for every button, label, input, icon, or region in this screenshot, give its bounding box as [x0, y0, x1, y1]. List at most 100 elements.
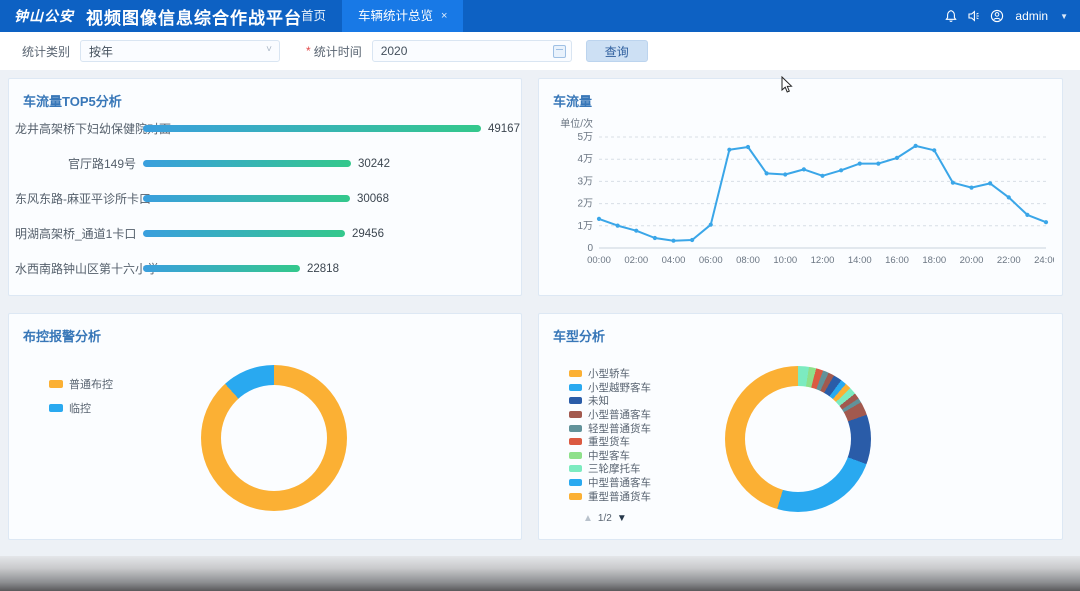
tab-close-icon[interactable]: × — [441, 0, 447, 32]
svg-text:10:00: 10:00 — [773, 255, 797, 266]
legend-page-up-icon[interactable]: ▲ — [583, 513, 593, 524]
category-select-value: 按年 — [89, 43, 113, 60]
bar-value: 49167 — [488, 123, 520, 135]
category-label: 统计类别 — [22, 43, 70, 60]
bar-row: 官厅路149号 30242 — [15, 146, 511, 181]
tab-vehicle-stats-label: 车辆统计总览 — [358, 0, 433, 32]
tab-home[interactable]: 首页 — [285, 0, 342, 32]
svg-text:5万: 5万 — [577, 132, 593, 143]
app-header: 钟山公安 视频图像信息综合作战平台 首页 车辆统计总览 × admin ▼ — [0, 0, 1080, 32]
bar-row: 明湖高架桥_通道1卡口29456 — [15, 216, 511, 251]
bar-fill[interactable] — [143, 265, 300, 272]
panel-alarm: 布控报警分析 普通布控临控 — [8, 313, 522, 540]
panel-flow: 车流量 单位/次01万2万3万4万5万00:0002:0004:0006:000… — [538, 78, 1063, 296]
bell-icon[interactable] — [944, 9, 958, 23]
bar-label: 水西南路钟山区第十六小学 — [15, 260, 143, 277]
bar-label: 东风东路-麻亚平诊所卡口 — [15, 190, 143, 207]
legend-item-0[interactable]: 小型轿车 — [569, 367, 651, 381]
query-button[interactable]: 查询 — [586, 40, 648, 62]
svg-text:3万: 3万 — [577, 176, 593, 187]
vehicle-donut-chart — [725, 366, 871, 512]
legend-swatch — [569, 465, 582, 472]
svg-text:18:00: 18:00 — [922, 255, 946, 266]
org-logo: 钟山公安 — [14, 6, 74, 26]
bar-label: 官厅路149号 — [15, 155, 143, 172]
alarm-legend: 普通布控临控 — [49, 376, 113, 424]
vehicle-legend: 小型轿车小型越野客车未知小型普通客车轻型普通货车重型货车中型客车三轮摩托车中型普… — [569, 367, 651, 503]
panel-flow-title: 车流量 — [553, 91, 592, 110]
bar-fill[interactable] — [143, 125, 481, 132]
bar-value: 30242 — [358, 158, 390, 170]
bottom-gradient-bar — [0, 556, 1080, 591]
svg-text:04:00: 04:00 — [662, 255, 686, 266]
legend-swatch — [569, 397, 582, 404]
bar-row: 东风东路-麻亚平诊所卡口30068 — [15, 181, 511, 216]
tab-bar: 首页 车辆统计总览 × — [285, 0, 463, 32]
bar-fill[interactable] — [143, 230, 345, 237]
legend-item-7[interactable]: 三轮摩托车 — [569, 462, 651, 476]
bar-track: 49167 — [143, 123, 520, 135]
legend-label: 普通布控 — [69, 376, 113, 392]
svg-text:2万: 2万 — [577, 199, 593, 210]
panel-vehicle-title: 车型分析 — [553, 326, 605, 345]
panel-alarm-title: 布控报警分析 — [23, 326, 101, 345]
bar-fill[interactable] — [143, 195, 350, 202]
legend-item-6[interactable]: 中型客车 — [569, 449, 651, 463]
legend-swatch — [569, 411, 582, 418]
svg-text:0: 0 — [587, 243, 593, 254]
legend-page-indicator: 1/2 — [598, 513, 612, 524]
category-select[interactable]: 按年 ˅ — [80, 40, 280, 62]
svg-text:16:00: 16:00 — [885, 255, 909, 266]
legend-item-1[interactable]: 小型越野客车 — [569, 381, 651, 395]
time-label: 统计时间 — [314, 43, 362, 60]
svg-text:02:00: 02:00 — [624, 255, 648, 266]
legend-swatch — [569, 425, 582, 432]
legend-swatch — [49, 380, 63, 388]
legend-swatch — [569, 493, 582, 500]
svg-text:22:00: 22:00 — [997, 255, 1021, 266]
legend-label: 重型普通货车 — [588, 489, 651, 504]
flow-line-chart: 单位/次01万2万3万4万5万00:0002:0004:0006:0008:00… — [549, 115, 1054, 275]
username[interactable]: admin — [1015, 9, 1048, 23]
bar-row: 龙井高架桥下妇幼保健院对面49167 — [15, 111, 511, 146]
bar-track: 30242 — [143, 158, 511, 170]
chevron-down-icon: ˅ — [266, 44, 272, 55]
legend-item-3[interactable]: 小型普通客车 — [569, 408, 651, 422]
legend-swatch — [569, 479, 582, 486]
time-input[interactable]: 2020 — [372, 40, 572, 62]
bar-fill[interactable] — [143, 160, 351, 167]
legend-pager: ▲ 1/2 ▼ — [583, 513, 627, 524]
legend-page-down-icon[interactable]: ▼ — [617, 513, 627, 524]
bar-label: 龙井高架桥下妇幼保健院对面 — [15, 120, 143, 137]
legend-item-9[interactable]: 重型普通货车 — [569, 489, 651, 503]
svg-text:08:00: 08:00 — [736, 255, 760, 266]
svg-text:1万: 1万 — [577, 221, 593, 232]
tab-vehicle-stats[interactable]: 车辆统计总览 × — [342, 0, 463, 32]
legend-swatch — [569, 452, 582, 459]
legend-swatch — [569, 384, 582, 391]
bar-track: 30068 — [143, 193, 511, 205]
legend-swatch — [569, 438, 582, 445]
user-avatar-icon[interactable] — [990, 9, 1004, 23]
legend-item-1[interactable]: 临控 — [49, 400, 113, 416]
legend-item-2[interactable]: 未知 — [569, 394, 651, 408]
svg-text:20:00: 20:00 — [960, 255, 984, 266]
svg-text:12:00: 12:00 — [811, 255, 835, 266]
legend-swatch — [49, 404, 63, 412]
svg-text:00:00: 00:00 — [587, 255, 611, 266]
caret-down-icon[interactable]: ▼ — [1060, 12, 1068, 21]
legend-swatch — [569, 370, 582, 377]
panel-top5: 车流量TOP5分析 龙井高架桥下妇幼保健院对面49167官厅路149号30242… — [8, 78, 522, 296]
required-mark: * — [306, 44, 311, 58]
tab-home-label: 首页 — [301, 0, 326, 32]
legend-item-4[interactable]: 轻型普通货车 — [569, 421, 651, 435]
legend-item-5[interactable]: 重型货车 — [569, 435, 651, 449]
svg-text:单位/次: 单位/次 — [560, 117, 593, 130]
bar-track: 29456 — [143, 228, 511, 240]
speaker-icon[interactable] — [967, 9, 981, 23]
legend-item-0[interactable]: 普通布控 — [49, 376, 113, 392]
bar-track: 22818 — [143, 263, 511, 275]
top5-bar-chart: 龙井高架桥下妇幼保健院对面49167 官厅路149号 30242 东风东路-麻亚平诊所… — [15, 111, 511, 286]
svg-text:06:00: 06:00 — [699, 255, 723, 266]
legend-item-8[interactable]: 中型普通客车 — [569, 476, 651, 490]
